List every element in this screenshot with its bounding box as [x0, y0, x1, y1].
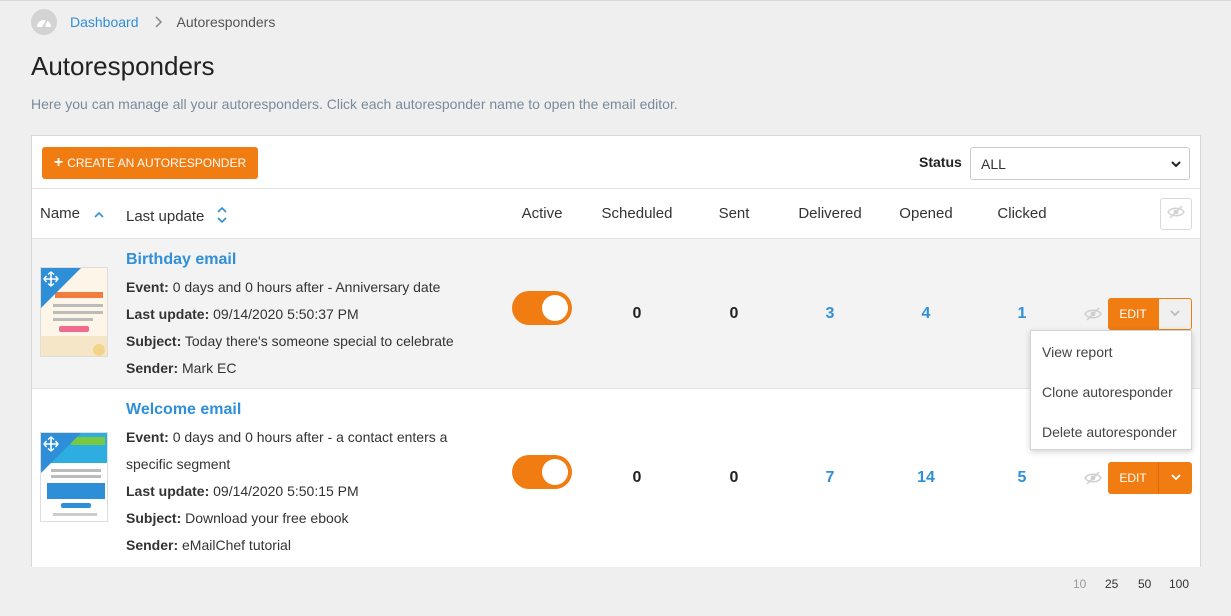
active-toggle[interactable] [512, 291, 572, 325]
breadcrumb: Dashboard Autoresponders [31, 9, 275, 35]
eye-slash-icon [1167, 205, 1185, 223]
sender-line: Sender: eMailChef tutorial [126, 537, 291, 553]
page-title: Autoresponders [31, 51, 215, 81]
active-toggle[interactable] [512, 455, 572, 489]
eye-slash-icon[interactable] [1084, 307, 1102, 326]
status-filter-value: ALL [981, 155, 1006, 172]
last-update-label: Last update: [126, 483, 210, 499]
toggle-knob [542, 459, 568, 485]
chevron-down-icon [1170, 157, 1182, 173]
last-update-value: 09/14/2020 5:50:37 PM [213, 306, 359, 322]
column-sent-header: Sent [718, 205, 750, 222]
move-arrows-icon[interactable] [43, 271, 59, 292]
move-arrows-icon[interactable] [43, 436, 59, 457]
top-divider [0, 0, 1231, 1]
scheduled-count: 0 [632, 469, 642, 486]
sender-value: eMailChef tutorial [182, 537, 291, 553]
edit-menu-toggle[interactable] [1158, 462, 1192, 494]
autoresponder-name-link[interactable]: Birthday email [126, 251, 236, 269]
column-clicked-header: Clicked [997, 205, 1047, 222]
breadcrumb-current: Autoresponders [176, 14, 276, 30]
chevron-down-icon [1170, 469, 1182, 487]
edit-button[interactable]: EDIT [1108, 462, 1158, 494]
sender-value: Mark EC [182, 360, 237, 376]
column-last-update-header[interactable]: Last update [126, 205, 227, 229]
subject-label: Subject: [126, 510, 182, 526]
email-thumbnail[interactable] [40, 267, 108, 357]
scheduled-count: 0 [632, 305, 642, 322]
autoresponders-panel: + CREATE AN AUTORESPONDER Status ALL Nam… [31, 135, 1201, 567]
chevron-down-icon [1169, 305, 1181, 323]
edit-button-group: EDIT [1108, 462, 1192, 494]
event-line: Event: 0 days and 0 hours after - a cont… [126, 429, 447, 445]
page-description: Here you can manage all your autorespond… [31, 96, 678, 112]
column-active-header: Active [521, 205, 563, 222]
page-size-option-10[interactable]: 10 [1073, 577, 1086, 591]
chevron-right-icon [154, 16, 163, 28]
last-update-label: Last update: [126, 306, 210, 322]
column-delivered-header: Delivered [798, 205, 862, 222]
sender-label: Sender: [126, 360, 179, 376]
edit-button-group: EDIT [1108, 298, 1192, 330]
edit-button[interactable]: EDIT [1108, 298, 1158, 330]
column-name-label: Name [40, 205, 81, 222]
column-last-update-label: Last update [126, 207, 205, 225]
delivered-count[interactable]: 7 [826, 469, 835, 487]
autoresponder-name-link[interactable]: Welcome email [126, 401, 241, 419]
toggle-knob [542, 295, 568, 321]
plus-icon: + [53, 154, 64, 171]
subject-line: Subject: Download your free ebook [126, 510, 349, 526]
event-line: Event: 0 days and 0 hours after - Annive… [126, 279, 440, 295]
table-row: Birthday email Event: 0 days and 0 hours… [32, 239, 1200, 389]
toolbar: + CREATE AN AUTORESPONDER Status ALL [32, 136, 1200, 189]
email-thumbnail[interactable] [40, 432, 108, 522]
subject-line: Subject: Today there's someone special t… [126, 333, 454, 349]
opened-count[interactable]: 4 [922, 305, 931, 323]
edit-dropdown-menu: View report Clone autoresponder Delete a… [1030, 330, 1192, 450]
menu-item-view-report[interactable]: View report [1042, 344, 1113, 360]
last-update-line: Last update: 09/14/2020 5:50:15 PM [126, 483, 359, 499]
column-scheduled-header: Scheduled [601, 205, 673, 222]
sent-count: 0 [729, 469, 739, 486]
event-line-continued: specific segment [126, 456, 231, 472]
menu-item-clone-autoresponder[interactable]: Clone autoresponder [1042, 384, 1173, 400]
toggle-columns-button[interactable] [1160, 198, 1192, 230]
page-size-option-25[interactable]: 25 [1105, 577, 1118, 591]
event-label: Event: [126, 429, 169, 445]
create-autoresponder-button[interactable]: + CREATE AN AUTORESPONDER [42, 147, 258, 179]
event-value: 0 days and 0 hours after - Anniversary d… [172, 279, 441, 295]
page-size-selector: 10 25 50 100 [0, 577, 1231, 593]
delivered-count[interactable]: 3 [826, 305, 835, 323]
last-update-line: Last update: 09/14/2020 5:50:37 PM [126, 306, 359, 322]
menu-item-delete-autoresponder[interactable]: Delete autoresponder [1042, 424, 1177, 440]
page-size-option-50[interactable]: 50 [1138, 577, 1151, 591]
subject-value: Today there's someone special to celebra… [184, 333, 454, 349]
sent-count: 0 [729, 305, 739, 322]
page-size-option-100[interactable]: 100 [1169, 577, 1189, 591]
eye-slash-icon[interactable] [1084, 471, 1102, 490]
create-autoresponder-label: CREATE AN AUTORESPONDER [67, 156, 247, 170]
table-header: Name Last update Active Scheduled Sent D… [32, 189, 1200, 239]
sender-line: Sender: Mark EC [126, 360, 236, 376]
status-filter-select[interactable]: ALL [970, 147, 1190, 180]
column-name-header[interactable]: Name [40, 205, 104, 223]
dashboard-gauge-icon[interactable] [31, 9, 57, 35]
breadcrumb-dashboard-link[interactable]: Dashboard [70, 14, 139, 30]
opened-count[interactable]: 14 [917, 469, 935, 487]
sender-label: Sender: [126, 537, 179, 553]
event-value: 0 days and 0 hours after - a contact ent… [172, 429, 448, 445]
event-label: Event: [126, 279, 169, 295]
clicked-count[interactable]: 5 [1018, 469, 1027, 487]
subject-value: Download your free ebook [185, 510, 349, 526]
sort-asc-icon[interactable] [94, 206, 104, 223]
table-row: Welcome email Event: 0 days and 0 hours … [32, 389, 1200, 567]
clicked-count[interactable]: 1 [1018, 305, 1027, 323]
column-opened-header: Opened [899, 205, 953, 222]
last-update-value: 09/14/2020 5:50:15 PM [213, 483, 359, 499]
status-filter-label: Status [919, 154, 962, 170]
sort-both-icon[interactable] [217, 205, 227, 229]
subject-label: Subject: [126, 333, 182, 349]
edit-menu-toggle[interactable] [1158, 298, 1192, 330]
